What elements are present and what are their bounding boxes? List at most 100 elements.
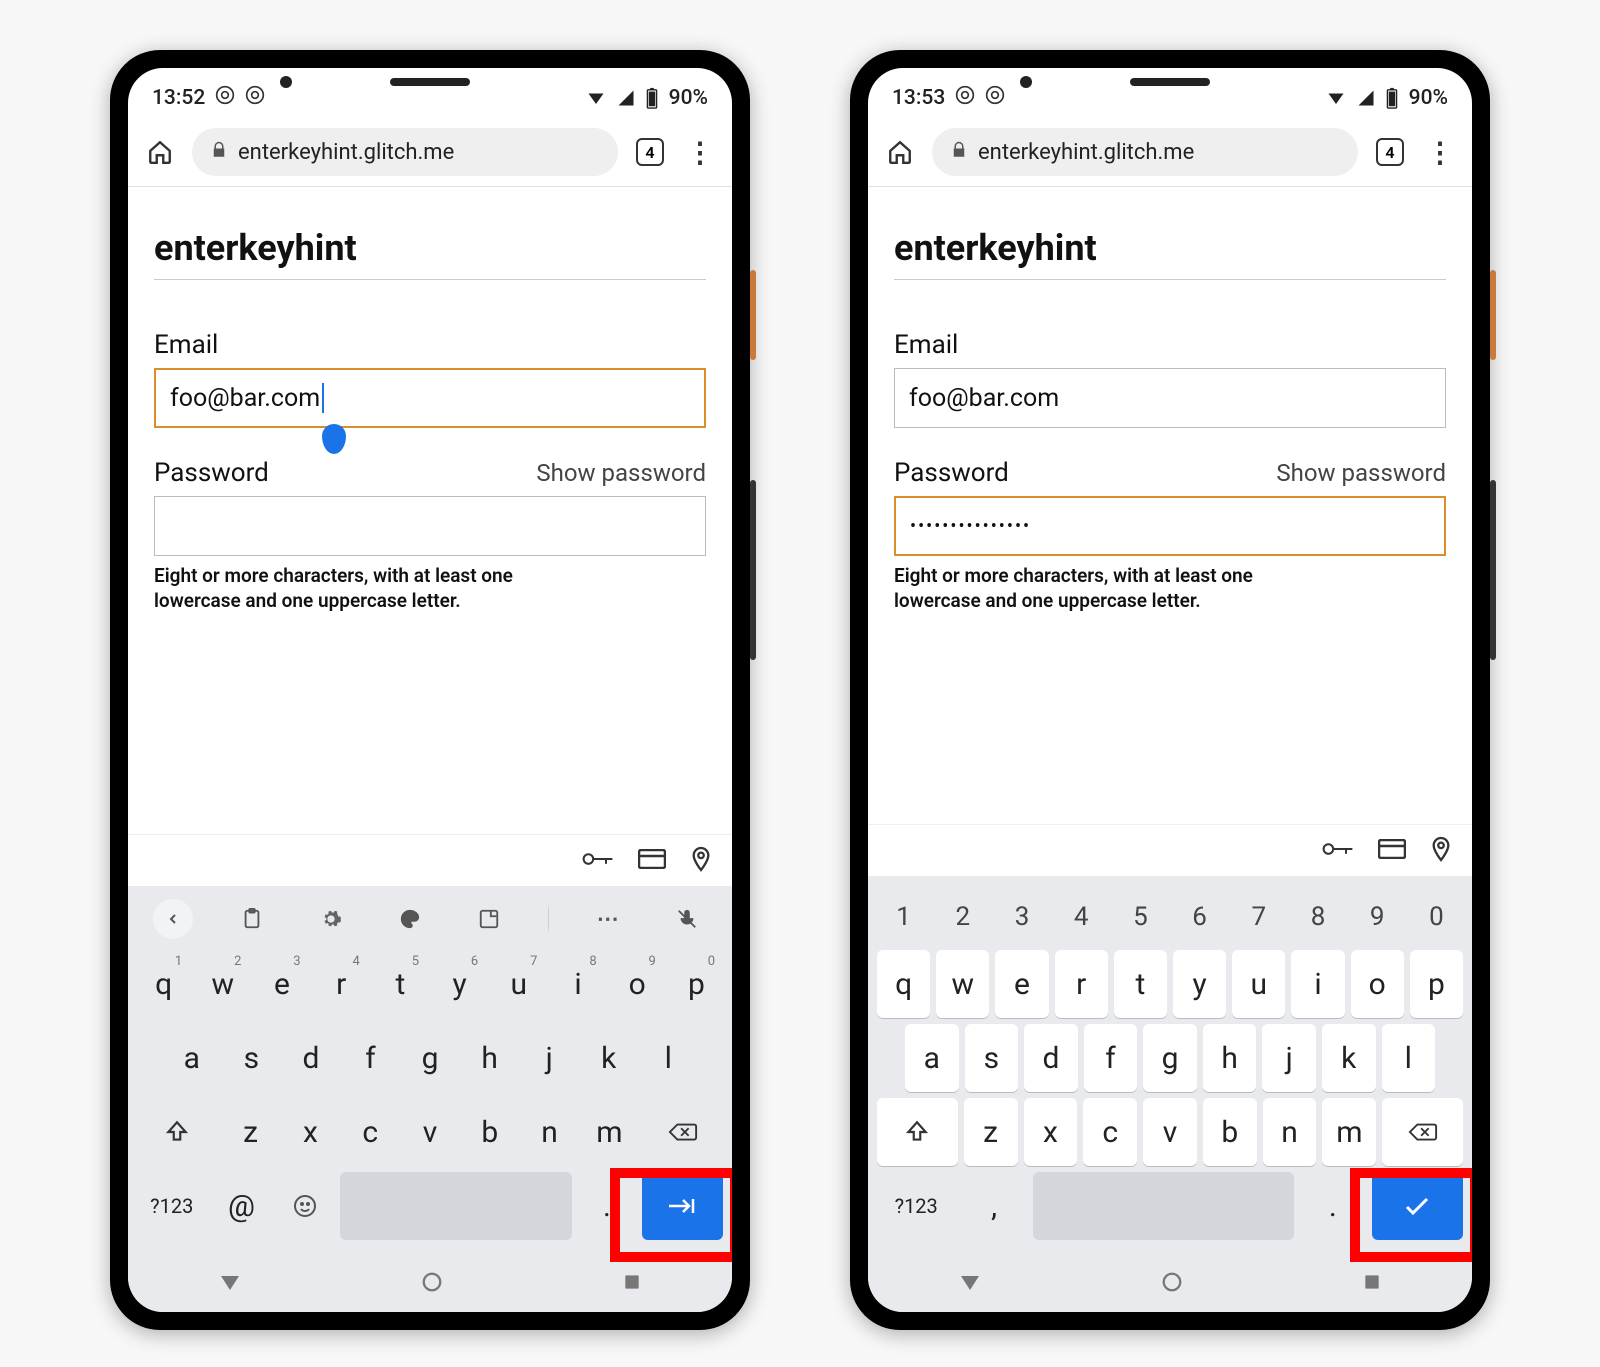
backspace-key[interactable] [642, 1098, 723, 1166]
email-field[interactable]: foo@bar.com [154, 368, 706, 428]
key-x[interactable]: x [1024, 1098, 1078, 1166]
period-key[interactable]: . [578, 1172, 636, 1240]
show-password-toggle[interactable]: Show password [1276, 459, 1446, 487]
key-v[interactable]: v [403, 1098, 457, 1166]
home-button[interactable] [882, 134, 918, 170]
key-o[interactable]: o [1351, 950, 1404, 1018]
mic-off-icon[interactable] [667, 899, 707, 939]
key-u[interactable]: u7 [492, 950, 545, 1018]
at-key[interactable]: @ [213, 1172, 271, 1240]
key-6[interactable]: 6 [1173, 890, 1226, 944]
key-a[interactable]: a [165, 1024, 219, 1092]
key-n[interactable]: n [523, 1098, 577, 1166]
key-s[interactable]: s [965, 1024, 1019, 1092]
key-d[interactable]: d [284, 1024, 338, 1092]
key-3[interactable]: 3 [995, 890, 1048, 944]
overflow-menu[interactable] [1422, 134, 1458, 170]
key-j[interactable]: j [522, 1024, 576, 1092]
gear-icon[interactable] [311, 899, 351, 939]
key-t[interactable]: t5 [374, 950, 427, 1018]
key-q[interactable]: q [877, 950, 930, 1018]
enter-key[interactable] [1372, 1172, 1463, 1240]
email-field[interactable]: foo@bar.com [894, 368, 1446, 428]
key-s[interactable]: s [225, 1024, 279, 1092]
key-p[interactable]: p0 [670, 950, 723, 1018]
sticker-icon[interactable] [469, 899, 509, 939]
key-d[interactable]: d [1024, 1024, 1078, 1092]
key-i[interactable]: i8 [551, 950, 604, 1018]
key-z[interactable]: z [224, 1098, 278, 1166]
key-9[interactable]: 9 [1351, 890, 1404, 944]
palette-icon[interactable] [390, 899, 430, 939]
key-y[interactable]: y6 [433, 950, 486, 1018]
key-w[interactable]: w2 [196, 950, 249, 1018]
key-4[interactable]: 4 [1055, 890, 1108, 944]
tab-switcher[interactable]: 4 [632, 134, 668, 170]
key-r[interactable]: r [1055, 950, 1108, 1018]
symbols-key[interactable]: ?123 [137, 1172, 207, 1240]
key-o[interactable]: o9 [611, 950, 664, 1018]
back-button[interactable] [218, 1270, 242, 1298]
soft-keyboard[interactable]: 1234567890 qwertyuiop asdfghjkl zxcvbnm … [868, 876, 1472, 1256]
period-key[interactable]: . [1300, 1172, 1365, 1240]
recents-button[interactable] [1362, 1272, 1382, 1296]
key-j[interactable]: j [1262, 1024, 1316, 1092]
key-k[interactable]: k [582, 1024, 636, 1092]
key-n[interactable]: n [1263, 1098, 1317, 1166]
key-g[interactable]: g [403, 1024, 457, 1092]
shift-key[interactable] [877, 1098, 958, 1166]
key-c[interactable]: c [1083, 1098, 1137, 1166]
key-c[interactable]: c [343, 1098, 397, 1166]
key-l[interactable]: l [1382, 1024, 1436, 1092]
key-b[interactable]: b [463, 1098, 517, 1166]
recents-button[interactable] [622, 1272, 642, 1296]
key-e[interactable]: e3 [255, 950, 308, 1018]
key-v[interactable]: v [1143, 1098, 1197, 1166]
key-e[interactable]: e [995, 950, 1048, 1018]
url-bar[interactable]: enterkeyhint.glitch.me [932, 128, 1358, 176]
key-7[interactable]: 7 [1232, 890, 1285, 944]
shift-key[interactable] [137, 1098, 218, 1166]
space-key[interactable] [1033, 1172, 1294, 1240]
key-y[interactable]: y [1173, 950, 1226, 1018]
key-8[interactable]: 8 [1291, 890, 1344, 944]
home-button[interactable] [142, 134, 178, 170]
password-field[interactable]: ••••••••••••••• [894, 496, 1446, 556]
key-icon[interactable] [1322, 839, 1354, 863]
key-icon[interactable] [582, 849, 614, 873]
key-z[interactable]: z [964, 1098, 1018, 1166]
backspace-key[interactable] [1382, 1098, 1463, 1166]
key-k[interactable]: k [1322, 1024, 1376, 1092]
more-icon[interactable]: ⋯ [588, 899, 628, 939]
key-0[interactable]: 0 [1410, 890, 1463, 944]
clipboard-icon[interactable] [232, 899, 272, 939]
key-m[interactable]: m [1322, 1098, 1376, 1166]
key-5[interactable]: 5 [1114, 890, 1167, 944]
url-bar[interactable]: enterkeyhint.glitch.me [192, 128, 618, 176]
text-cursor-handle[interactable] [322, 424, 346, 454]
key-t[interactable]: t [1114, 950, 1167, 1018]
tab-switcher[interactable]: 4 [1372, 134, 1408, 170]
card-icon[interactable] [638, 849, 666, 873]
key-u[interactable]: u [1232, 950, 1285, 1018]
key-w[interactable]: w [936, 950, 989, 1018]
location-icon[interactable] [1430, 836, 1452, 866]
key-m[interactable]: m [582, 1098, 636, 1166]
soft-keyboard[interactable]: ⋯ q1w2e3r4t5y6u7i8o9p0 asdfghjkl zxcvbnm… [128, 886, 732, 1256]
space-key[interactable] [340, 1172, 572, 1240]
key-x[interactable]: x [284, 1098, 338, 1166]
show-password-toggle[interactable]: Show password [536, 459, 706, 487]
home-button-nav[interactable] [421, 1271, 443, 1297]
key-a[interactable]: a [905, 1024, 959, 1092]
comma-key[interactable]: , [961, 1172, 1026, 1240]
key-h[interactable]: h [1203, 1024, 1257, 1092]
enter-key[interactable] [642, 1172, 723, 1240]
key-i[interactable]: i [1291, 950, 1344, 1018]
key-f[interactable]: f [1084, 1024, 1138, 1092]
key-h[interactable]: h [463, 1024, 517, 1092]
emoji-key[interactable] [276, 1172, 334, 1240]
collapse-icon[interactable] [153, 899, 193, 939]
home-button-nav[interactable] [1161, 1271, 1183, 1297]
key-f[interactable]: f [344, 1024, 398, 1092]
back-button[interactable] [958, 1270, 982, 1298]
